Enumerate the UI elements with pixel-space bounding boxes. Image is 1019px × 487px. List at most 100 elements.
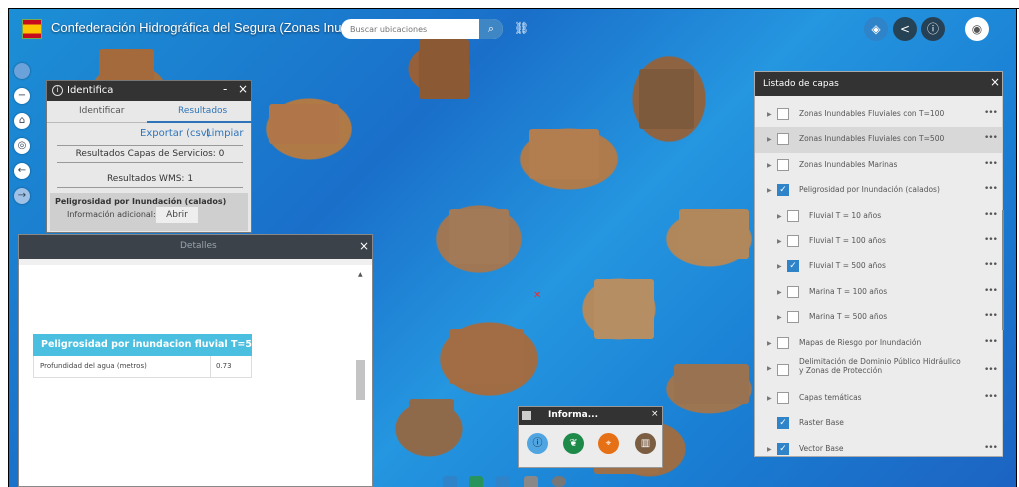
water-depth-value: 0.73	[216, 362, 232, 370]
layer-options-icon[interactable]: •••	[984, 159, 998, 169]
layer-row[interactable]: ▶ Zonas Inundables Fluviales con T=500 •••	[755, 127, 1002, 153]
layer-checkbox[interactable]	[777, 133, 789, 146]
share-button[interactable]: <	[893, 17, 917, 41]
info-tool-button[interactable]: ⓘ	[527, 433, 548, 454]
layer-row[interactable]: ▶ Fluvial T = 100 años •••	[755, 229, 1002, 254]
tab-identificar[interactable]: Identificar	[79, 106, 124, 116]
layer-options-icon[interactable]: •••	[984, 235, 998, 245]
search-button[interactable]: ⌕	[479, 19, 503, 39]
layer-checkbox[interactable]	[777, 363, 789, 376]
layer-row[interactable]: ▶ Marina T = 100 años •••	[755, 280, 1002, 305]
info-widget-close-button[interactable]: ×	[651, 409, 659, 419]
layer-row[interactable]: ▶ Mapas de Riesgo por Inundación •••	[755, 331, 1002, 356]
layer-options-icon[interactable]: •••	[984, 392, 998, 402]
expand-arrow-icon[interactable]: ▶	[767, 365, 772, 372]
layer-options-icon[interactable]: •••	[984, 337, 998, 347]
layer-options-icon[interactable]: •••	[984, 443, 998, 453]
info-widget-title: Informa...	[548, 410, 599, 420]
link-icon[interactable]: ⛓	[514, 21, 529, 35]
layer-checkbox[interactable]	[777, 108, 789, 120]
layer-options-icon[interactable]: •••	[984, 133, 998, 143]
export-csv-link[interactable]: Exportar (csv)	[140, 128, 211, 139]
layer-row[interactable]: ▶ ✓ Fluvial T = 500 años •••	[755, 254, 1002, 279]
info-widget-header[interactable]: Informa... ×	[519, 407, 662, 425]
layer-options-icon[interactable]: •••	[984, 286, 998, 296]
minimize-button[interactable]: -	[223, 82, 227, 96]
expand-arrow-icon[interactable]: ▶	[767, 187, 772, 194]
expand-arrow-icon[interactable]: ▶	[777, 289, 782, 296]
layer-label: Marina T = 100 años	[809, 286, 888, 296]
layers-button[interactable]: ◈	[864, 17, 888, 41]
locate-button[interactable]: ◎	[14, 138, 30, 154]
layer-options-icon[interactable]: •••	[984, 365, 998, 375]
layer-checkbox[interactable]: ✓	[777, 184, 789, 197]
wms-results-count[interactable]: Resultados WMS: 1	[57, 170, 243, 188]
layer-checkbox[interactable]	[787, 234, 799, 247]
details-close-button[interactable]: ×	[359, 239, 369, 253]
layers-header[interactable]: Listado de capas ×	[755, 72, 1002, 96]
open-button[interactable]: Abrir	[156, 207, 198, 223]
layer-row[interactable]: ▶ Delimitación de Dominio Público Hidrául…	[755, 356, 1002, 386]
expand-arrow-icon[interactable]: ▶	[767, 340, 772, 347]
expand-arrow-icon[interactable]: ▶	[777, 314, 782, 321]
layer-checkbox[interactable]	[787, 209, 799, 222]
identify-header[interactable]: i Identifica - ×	[47, 81, 251, 101]
layer-row[interactable]: ▶ Fluvial T = 10 años •••	[755, 204, 1002, 229]
clear-link[interactable]: Limpiar	[206, 128, 243, 139]
dock-button-3[interactable]	[496, 476, 510, 487]
layer-checkbox[interactable]: ✓	[777, 417, 789, 430]
layer-checkbox[interactable]	[787, 311, 799, 324]
plant-tool-button[interactable]: ❦	[563, 433, 584, 454]
locate-icon: ◎	[17, 140, 27, 151]
chart-tool-button[interactable]: ▥	[635, 433, 656, 454]
layer-checkbox[interactable]	[787, 285, 799, 298]
zoom-in-button[interactable]	[14, 63, 30, 79]
layer-checkbox[interactable]: ✓	[777, 442, 789, 455]
info-button[interactable]: ⓘ	[921, 17, 945, 41]
layer-label: Raster Base	[799, 418, 844, 428]
layer-checkbox[interactable]	[777, 391, 789, 404]
hide-button[interactable]: ◉	[965, 17, 989, 41]
expand-arrow-icon[interactable]: ▶	[767, 395, 772, 402]
dock-button-1[interactable]	[443, 476, 457, 487]
layer-checkbox[interactable]	[777, 158, 789, 171]
layer-row[interactable]: ▶ Zonas Inundables Fluviales con T=100 •••	[755, 102, 1002, 127]
dock-button-5[interactable]	[552, 476, 566, 487]
scroll-up-icon[interactable]: ▲	[358, 271, 363, 278]
expand-arrow-icon[interactable]: ▶	[777, 238, 782, 245]
layer-row[interactable]: ▶ ✓ Vector Base •••	[755, 437, 1002, 462]
zoom-out-button[interactable]: −	[14, 88, 30, 104]
layers-scrollbar[interactable]	[1002, 210, 1004, 330]
layer-row[interactable]: ▶ Capas temáticas •••	[755, 386, 1002, 411]
details-header[interactable]: Detalles ×	[19, 235, 372, 259]
layer-options-icon[interactable]: •••	[984, 108, 998, 118]
layer-row[interactable]: ▶ Zonas Inundables Marinas •••	[755, 153, 1002, 178]
dock-button-2[interactable]	[469, 476, 483, 487]
expand-arrow-icon[interactable]: ▶	[767, 162, 772, 169]
layer-options-icon[interactable]: •••	[984, 311, 998, 321]
search-input[interactable]	[341, 19, 479, 39]
layer-options-icon[interactable]: •••	[984, 260, 998, 270]
dock-button-4[interactable]	[524, 476, 538, 487]
layer-options-icon[interactable]: •••	[984, 210, 998, 220]
layer-row[interactable]: ▶ ✓ Peligrosidad por Inundación (calados) •…	[755, 178, 1002, 203]
layer-checkbox[interactable]: ✓	[787, 260, 799, 273]
expand-arrow-icon[interactable]: ▶	[767, 136, 772, 143]
layers-close-button[interactable]: ×	[990, 75, 1000, 89]
expand-arrow-icon[interactable]: ▶	[777, 213, 782, 220]
pin-tool-button[interactable]: ⌖	[598, 433, 619, 454]
expand-arrow-icon[interactable]: ▶	[767, 111, 772, 118]
layer-options-icon[interactable]: •••	[984, 184, 998, 194]
details-scrollbar[interactable]	[356, 360, 365, 400]
expand-arrow-icon[interactable]: ▶	[777, 263, 782, 270]
layer-row[interactable]: ▶ Marina T = 500 años •••	[755, 305, 1002, 330]
home-button[interactable]: ⌂	[14, 113, 30, 129]
forward-button[interactable]: →	[14, 188, 30, 204]
back-button[interactable]: ←	[14, 163, 30, 179]
layer-row[interactable]: ✓ Raster Base	[755, 411, 1002, 436]
expand-arrow-icon[interactable]: ▶	[767, 446, 772, 453]
home-icon: ⌂	[18, 115, 26, 126]
layer-checkbox[interactable]	[777, 336, 789, 349]
close-button[interactable]: ×	[238, 82, 248, 96]
tab-resultados[interactable]: Resultados	[178, 106, 227, 116]
